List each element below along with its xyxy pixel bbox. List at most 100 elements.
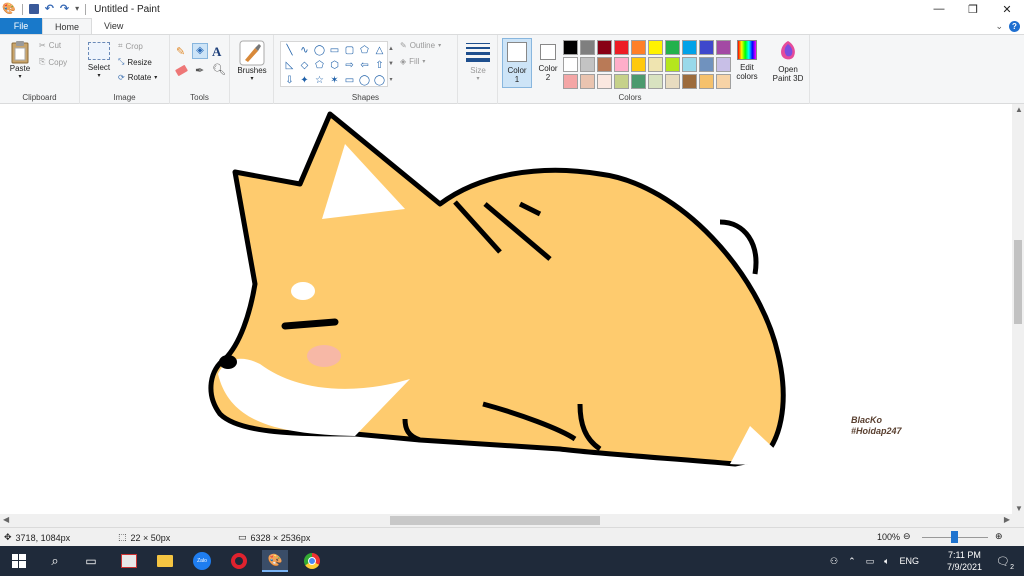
shape-option[interactable]: ☆ — [312, 73, 327, 88]
palette-swatch[interactable] — [580, 74, 595, 89]
palette-swatch[interactable] — [682, 40, 697, 55]
scroll-down-icon[interactable]: ▼ — [388, 61, 394, 67]
volume-icon[interactable]: 🔈︎ — [884, 556, 889, 567]
horizontal-scrollbar[interactable]: ◀ ▶ — [0, 514, 1024, 527]
rotate-button[interactable]: ⟳ Rotate ▾ — [118, 73, 157, 82]
cut-button[interactable]: ✂ Cut — [39, 41, 61, 50]
palette-swatch[interactable] — [699, 57, 714, 72]
horizontal-scroll-thumb[interactable] — [390, 516, 600, 525]
palette-swatch[interactable] — [563, 74, 578, 89]
file-explorer-icon[interactable] — [152, 550, 178, 572]
tab-file[interactable]: File — [0, 18, 42, 34]
shape-option[interactable]: ◯ — [357, 73, 372, 88]
palette-swatch[interactable] — [580, 40, 595, 55]
magnifier-icon[interactable]: 🔍︎ — [212, 63, 226, 76]
shape-option[interactable]: ◺ — [282, 58, 297, 73]
palette-swatch[interactable] — [597, 57, 612, 72]
shape-option[interactable]: ⬠ — [357, 43, 372, 58]
shape-option[interactable]: ◯ — [312, 43, 327, 58]
palette-swatch[interactable] — [614, 57, 629, 72]
shape-option[interactable]: ✦ — [297, 73, 312, 88]
eraser-icon[interactable] — [174, 64, 189, 77]
palette-swatch[interactable] — [563, 57, 578, 72]
scroll-up-icon[interactable]: ▲ — [388, 46, 394, 52]
drawing-canvas[interactable]: BlacKo #Hoidap247 — [0, 104, 1024, 514]
palette-swatch[interactable] — [648, 57, 663, 72]
shape-option[interactable]: ▭ — [327, 43, 342, 58]
zalo-icon[interactable]: Zalo — [189, 550, 215, 572]
text-tool-icon[interactable]: A — [212, 44, 221, 60]
show-hidden-icons[interactable]: ⌃ — [848, 556, 856, 567]
search-icon[interactable]: ⌕ — [42, 550, 68, 572]
shape-option[interactable]: ▭ — [342, 73, 357, 88]
color1-button[interactable]: Color 1 — [502, 38, 532, 88]
scroll-down-arrow-icon[interactable]: ▼ — [1015, 504, 1023, 513]
palette-swatch[interactable] — [631, 74, 646, 89]
clock[interactable]: 7:11 PM 7/9/2021 — [947, 549, 982, 573]
brushes-button[interactable]: Brushes ▾ — [234, 40, 270, 82]
shape-option[interactable]: ⇩ — [282, 73, 297, 88]
shape-option[interactable]: ✶ — [327, 73, 342, 88]
outline-button[interactable]: ✎ Outline ▾ — [400, 41, 441, 50]
tab-home[interactable]: Home — [42, 18, 93, 34]
vertical-scrollbar[interactable]: ▲ ▼ — [1012, 104, 1024, 514]
shape-option[interactable]: ∿ — [297, 43, 312, 58]
scroll-right-arrow-icon[interactable]: ▶ — [1004, 515, 1010, 524]
opera-icon[interactable] — [226, 550, 252, 572]
fill-button[interactable]: ◈ Fill ▾ — [400, 57, 425, 66]
taskbar-app-1[interactable] — [116, 550, 142, 572]
zoom-out-icon[interactable]: ⊖ — [903, 531, 911, 542]
scroll-left-arrow-icon[interactable]: ◀ — [3, 515, 9, 524]
shape-option[interactable]: ╲ — [282, 43, 297, 58]
pencil-icon[interactable]: ✎ — [176, 45, 185, 58]
paint-taskbar-icon[interactable]: 🎨 — [262, 550, 288, 572]
start-button[interactable] — [6, 550, 32, 572]
people-icon[interactable]: ⚇ — [830, 556, 838, 567]
collapse-ribbon-icon[interactable]: ⌄ — [995, 21, 1003, 32]
shape-option[interactable]: ▢ — [342, 43, 357, 58]
palette-swatch[interactable] — [665, 74, 680, 89]
fill-bucket-icon[interactable]: ◈ — [192, 43, 208, 59]
open-paint3d-button[interactable]: Open Paint 3D — [768, 40, 808, 83]
vertical-scroll-thumb[interactable] — [1014, 240, 1022, 324]
chrome-icon[interactable] — [299, 550, 325, 572]
zoom-in-icon[interactable]: ⊕ — [995, 531, 1003, 542]
action-center-icon[interactable]: 🗨︎ 2 — [990, 550, 1016, 572]
size-button[interactable]: Size ▾ — [464, 43, 492, 82]
palette-swatch[interactable] — [716, 57, 731, 72]
more-shapes-icon[interactable]: ▾ — [389, 76, 392, 83]
select-button[interactable]: Select ▾ — [85, 42, 113, 79]
copy-button[interactable]: ⎘ Copy — [39, 57, 67, 67]
scroll-up-arrow-icon[interactable]: ▲ — [1015, 105, 1023, 114]
crop-button[interactable]: ⌗ Crop — [118, 41, 143, 51]
tab-view[interactable]: View — [92, 18, 135, 34]
shape-option[interactable]: ⬠ — [312, 58, 327, 73]
palette-swatch[interactable] — [682, 57, 697, 72]
palette-swatch[interactable] — [597, 40, 612, 55]
save-icon[interactable] — [28, 4, 39, 14]
zoom-slider-thumb[interactable] — [951, 531, 958, 543]
shape-option[interactable]: ⇨ — [342, 58, 357, 73]
palette-swatch[interactable] — [597, 74, 612, 89]
palette-swatch[interactable] — [699, 74, 714, 89]
shape-option[interactable]: ⬡ — [327, 58, 342, 73]
palette-swatch[interactable] — [648, 40, 663, 55]
minimize-button[interactable]: — — [922, 0, 956, 18]
palette-swatch[interactable] — [563, 40, 578, 55]
redo-icon[interactable]: ↷ — [60, 0, 69, 18]
close-button[interactable]: ✕ — [990, 0, 1024, 18]
paste-button[interactable]: Paste ▾ — [6, 40, 34, 80]
resize-button[interactable]: ⤡ Resize — [118, 57, 152, 67]
shape-option[interactable]: ◇ — [297, 58, 312, 73]
shape-option[interactable]: ⇦ — [357, 58, 372, 73]
color-picker-icon[interactable]: ✒ — [195, 64, 204, 77]
palette-swatch[interactable] — [665, 40, 680, 55]
palette-swatch[interactable] — [648, 74, 663, 89]
shape-option[interactable]: △ — [372, 43, 387, 58]
palette-swatch[interactable] — [580, 57, 595, 72]
help-icon[interactable]: ? — [1009, 21, 1020, 32]
restore-button[interactable]: ❐ — [956, 0, 990, 18]
shape-option[interactable]: ◯ — [372, 73, 387, 88]
palette-swatch[interactable] — [665, 57, 680, 72]
task-view-icon[interactable]: ▭ — [78, 550, 104, 572]
